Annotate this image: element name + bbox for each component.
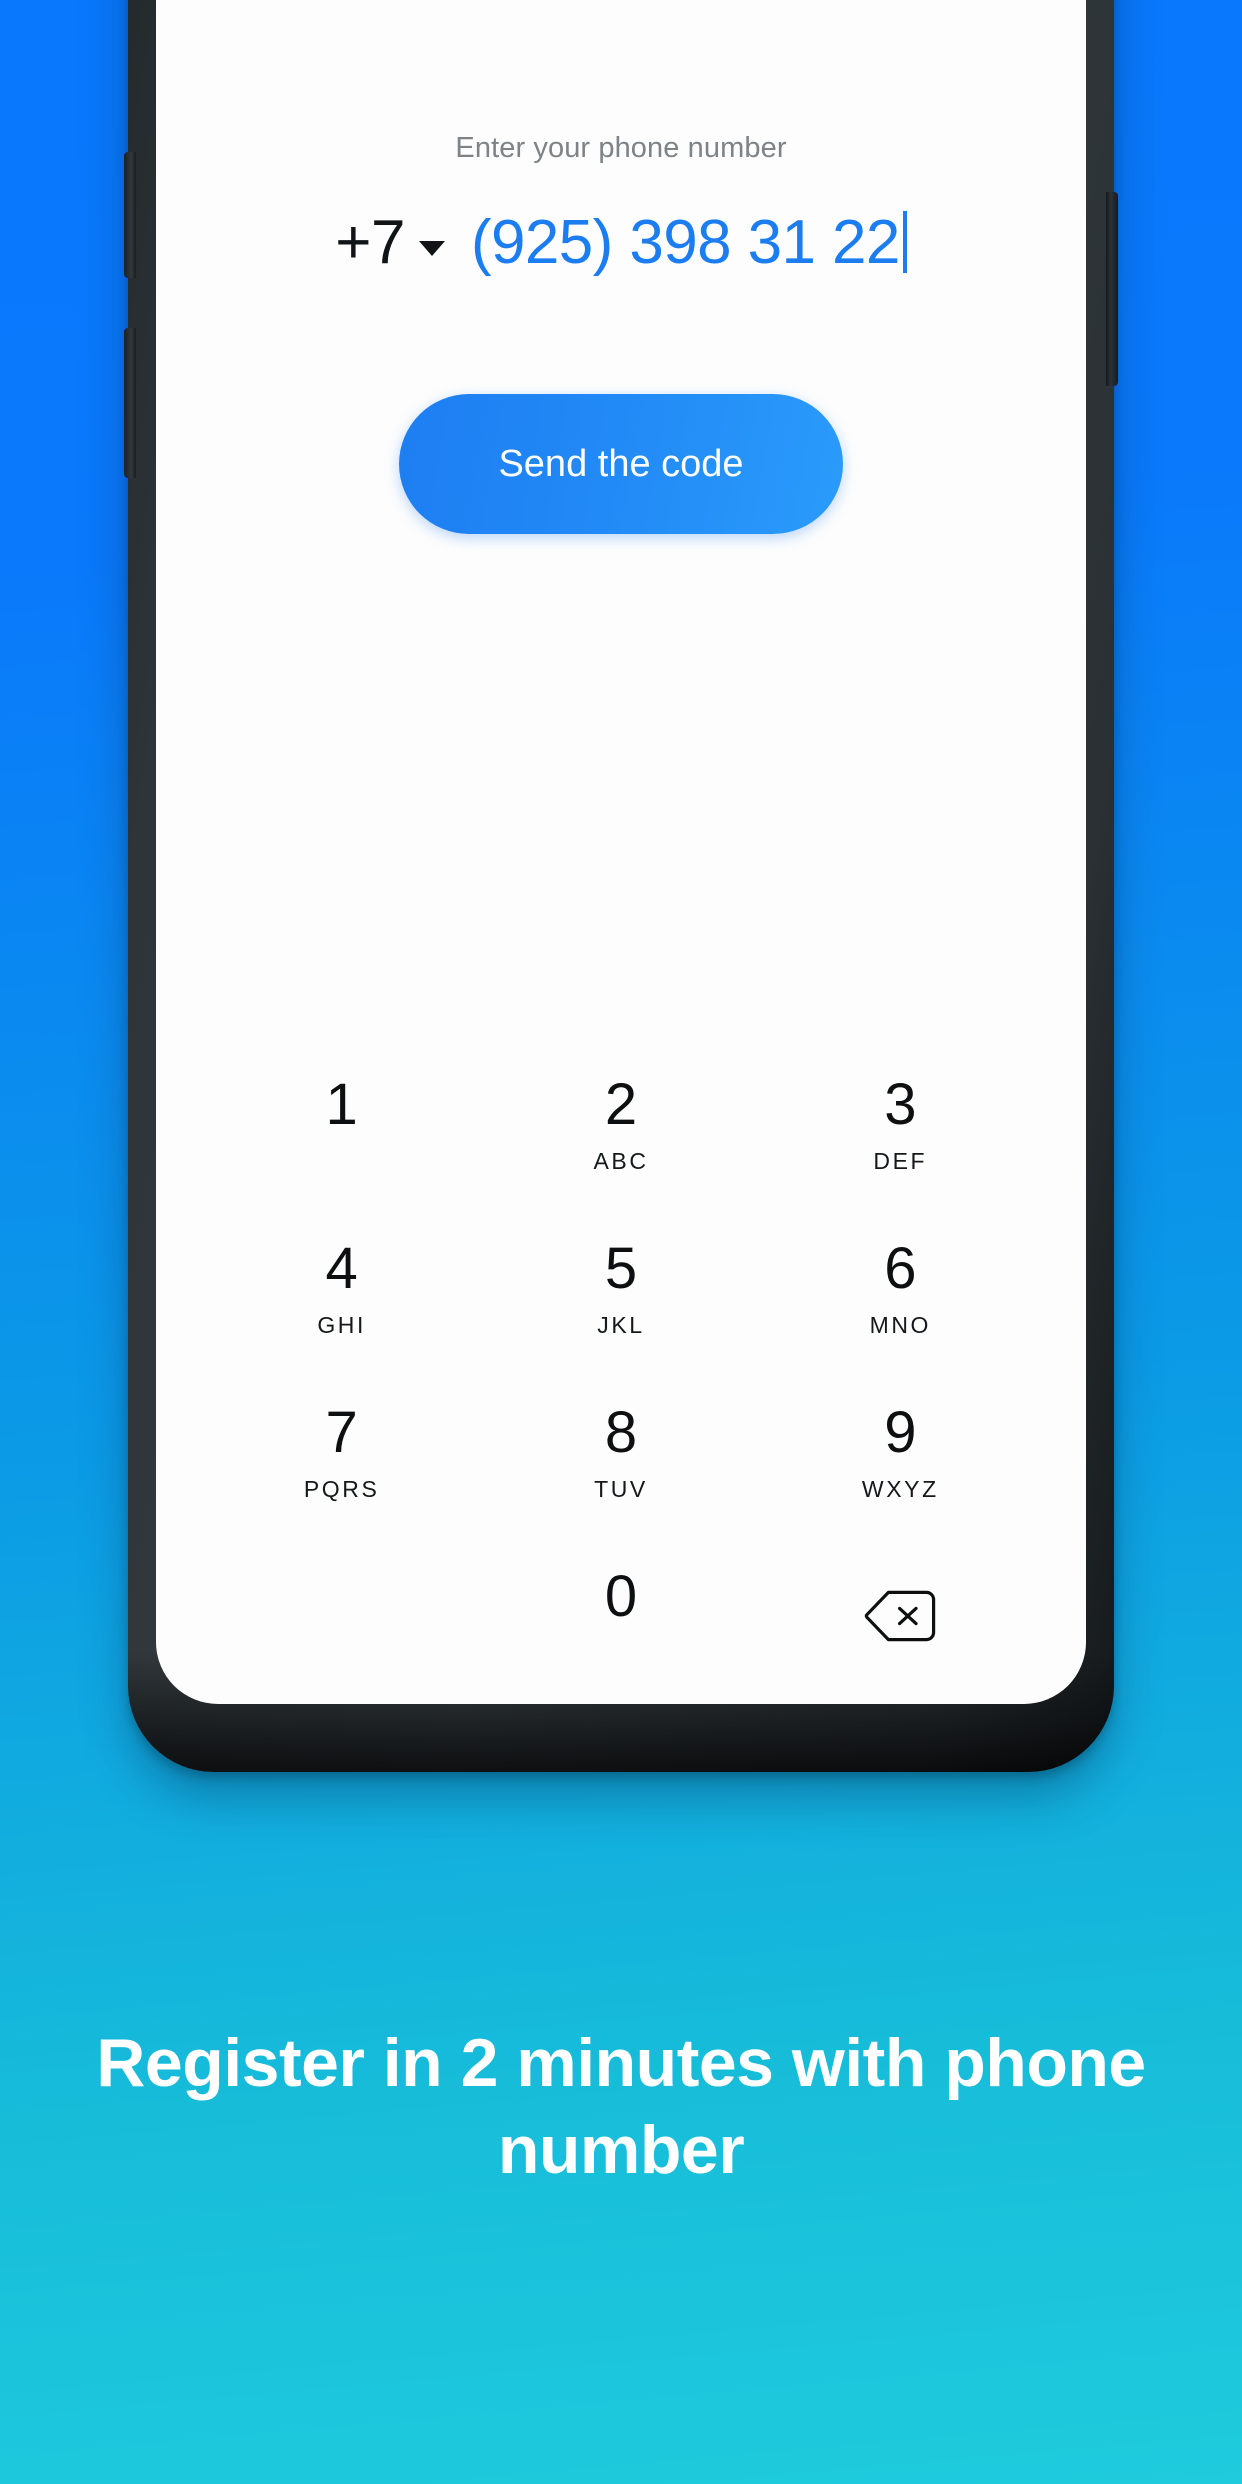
volume-up-button[interactable] <box>124 152 136 278</box>
dial-key-1[interactable]: 1 <box>202 1042 481 1206</box>
dial-key-digit: 0 <box>604 1564 638 1629</box>
volume-down-button[interactable] <box>124 328 136 478</box>
phone-number-label: Enter your phone number <box>455 132 787 164</box>
dial-key-6[interactable]: 6 MNO <box>761 1206 1040 1370</box>
dial-key-digit: 2 <box>604 1072 638 1137</box>
country-code-value: +7 <box>335 208 405 277</box>
dial-key-letters: ABC <box>593 1148 649 1174</box>
dial-key-letters: JKL <box>597 1312 645 1338</box>
backspace-icon <box>865 1590 936 1642</box>
dial-key-digit: 1 <box>325 1072 358 1137</box>
dial-key-letters: WXYZ <box>861 1476 939 1502</box>
dial-key-digit: 7 <box>325 1400 358 1465</box>
phone-screen: Enter your phone number +7 (925) 398 31 … <box>156 0 1086 1704</box>
phone-number-value: (925) 398 31 22 <box>470 208 900 277</box>
dial-key-letters: GHI <box>317 1312 367 1338</box>
dial-key-4[interactable]: 4 GHI <box>202 1206 481 1370</box>
dial-key-3[interactable]: 3 DEF <box>761 1042 1040 1206</box>
dial-key-digit: 9 <box>884 1400 917 1465</box>
dial-key-0[interactable]: 0 <box>481 1534 760 1698</box>
dial-pad-row-2: 4 GHI 5 JKL 6 MNO <box>202 1206 1040 1370</box>
dial-key-digit: 3 <box>884 1072 917 1137</box>
dial-pad-row-3: 7 PQRS 8 TUV 9 WXYZ <box>202 1370 1040 1534</box>
dial-pad-row-1: 1 2 ABC 3 DEF <box>202 1042 1040 1206</box>
phone-number-input[interactable]: (925) 398 31 22 <box>471 207 907 278</box>
dial-key-digit: 4 <box>325 1236 358 1301</box>
dial-pad: 1 2 ABC 3 DEF 4 GHI 5 JKL 6 MNO 7 PQRS 8… <box>202 1042 1040 1704</box>
phone-device-mockup: Enter your phone number +7 (925) 398 31 … <box>124 0 1118 1772</box>
dial-key-digit: 8 <box>604 1400 638 1465</box>
dial-key-letters: PQRS <box>303 1476 380 1502</box>
dial-key-star[interactable] <box>202 1534 481 1698</box>
dial-key-letters: TUV <box>594 1476 648 1502</box>
dial-key-9[interactable]: 9 WXYZ <box>761 1370 1040 1534</box>
send-code-button[interactable]: Send the code <box>399 394 843 534</box>
dial-key-5[interactable]: 5 JKL <box>481 1206 760 1370</box>
text-cursor <box>902 211 907 273</box>
dial-pad-row-4: 0 <box>202 1534 1040 1698</box>
promo-headline: Register in 2 minutes with phone number <box>96 2025 1146 2189</box>
power-button[interactable] <box>1106 192 1118 386</box>
dial-key-7[interactable]: 7 PQRS <box>202 1370 481 1534</box>
dial-key-letters: MNO <box>869 1312 932 1338</box>
dial-key-digit: 5 <box>604 1236 638 1301</box>
chevron-down-icon <box>418 241 445 256</box>
backspace-button[interactable] <box>761 1534 1040 1698</box>
dial-key-letters: DEF <box>873 1148 928 1174</box>
dial-key-8[interactable]: 8 TUV <box>481 1370 760 1534</box>
phone-input-row: +7 (925) 398 31 22 <box>202 207 1040 278</box>
country-code-selector[interactable]: +7 <box>335 207 445 278</box>
phone-registration-form: Enter your phone number +7 (925) 398 31 … <box>156 132 1086 534</box>
dial-key-2[interactable]: 2 ABC <box>481 1042 760 1206</box>
dial-key-digit: 6 <box>884 1236 917 1301</box>
